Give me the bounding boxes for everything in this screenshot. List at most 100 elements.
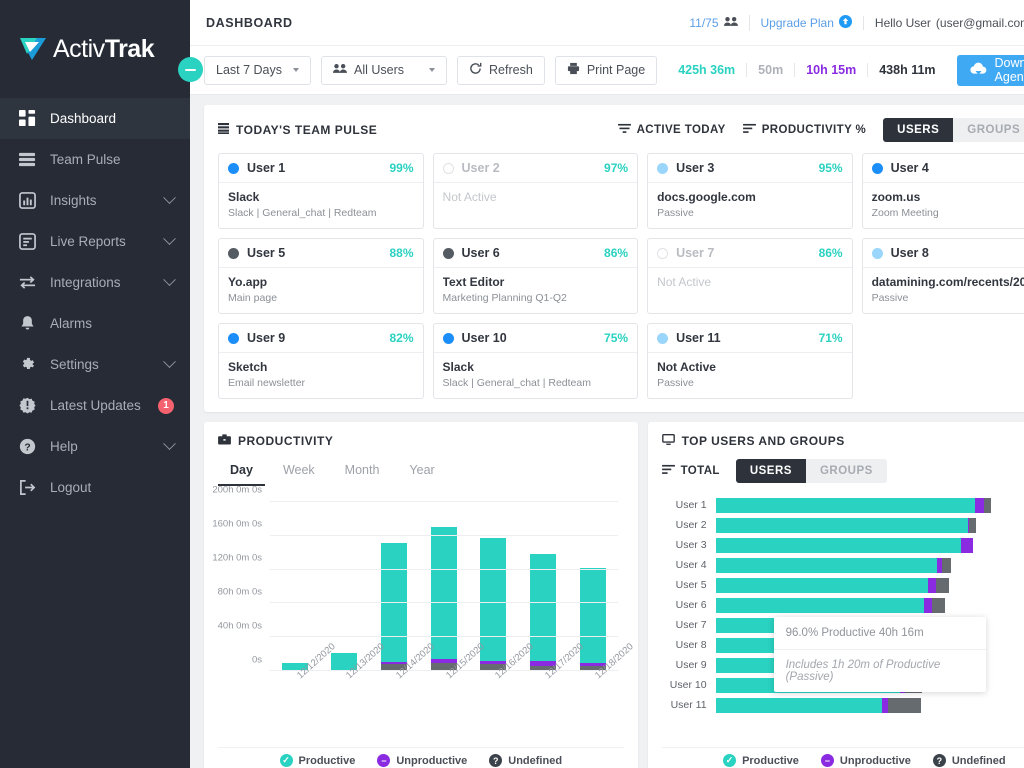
sort-productivity[interactable]: PRODUCTIVITY % [743,123,866,137]
user-pulse-card[interactable]: User 494% zoom.us Zoom Meeting [862,153,1024,229]
user-pulse-card[interactable]: User 686%Text EditorMarketing Planning Q… [433,238,639,314]
legend-label: Unproductive [840,755,911,767]
bar-segment-unproductive [924,598,933,613]
chart-bar[interactable] [282,502,308,671]
sidebar-item-alarms[interactable]: Alarms [0,303,190,344]
user-name: User 4 [891,161,929,175]
upgrade-plan-link[interactable]: Upgrade Plan [749,15,863,31]
status-dot-icon [872,163,883,174]
stat-unproductive: 10h 15m [795,63,868,77]
top-user-row[interactable]: User 641h 48m [662,595,1024,615]
sidebar-collapse-button[interactable] [178,57,203,82]
chart-bar[interactable] [431,502,457,671]
chart-bar[interactable] [580,502,606,671]
sort-total[interactable]: TOTAL [662,464,720,478]
toggle-groups[interactable]: GROUPS [806,459,887,483]
legend-item[interactable]: −Unproductive [377,754,467,767]
gear-icon [18,355,37,374]
sort-active-today[interactable]: ACTIVE TODAY [618,123,726,137]
user-pulse-card[interactable]: User 1171%Not ActivePassive [647,323,853,399]
chart-bar[interactable] [381,502,407,671]
productivity-percent: 97% [604,161,628,175]
print-page-button[interactable]: Print Page [555,56,657,85]
top-user-row[interactable]: User 346h 46m [662,535,1024,555]
chart-bar[interactable] [530,502,556,671]
toggle-users[interactable]: USERS [736,459,806,483]
sidebar-item-help[interactable]: ? Help [0,426,190,467]
sidebar-item-label: Help [50,439,165,454]
bar-segment-productive [716,558,938,573]
top-user-row[interactable]: User 442h 48m [662,555,1024,575]
tab-year[interactable]: Year [397,459,446,486]
user-greeting[interactable]: Hello User (user@gmail.com) [863,16,1024,30]
sidebar-item-integrations[interactable]: Integrations [0,262,190,303]
user-pulse-card[interactable]: User 786%Not Active [647,238,853,314]
productivity-bar-chart: 0s40h 0m 0s80h 0m 0s120h 0m 0s160h 0m 0s… [218,494,624,747]
user-filter-dropdown[interactable]: All Users [321,56,447,85]
current-activity: Passive [657,207,843,219]
user-pulse-card[interactable]: User 199%SlackSlack | General_chat | Red… [218,153,424,229]
legend-undefined-icon: ? [933,754,946,767]
user-pulse-card[interactable]: User 395%docs.google.comPassive [647,153,853,229]
grid-icon [18,109,37,128]
team-pulse-title: TODAY'S TEAM PULSE [236,123,377,137]
user-card-header: User 1075% [434,324,638,353]
sidebar-item-team-pulse[interactable]: Team Pulse [0,139,190,180]
tab-week[interactable]: Week [271,459,327,486]
user-pulse-card[interactable]: User 982%SketchEmail newsletter [218,323,424,399]
chevron-down-icon [293,68,299,72]
current-activity: Main page [228,292,414,304]
seat-count[interactable]: 11/75 [678,16,748,30]
refresh-button[interactable]: Refresh [457,56,545,85]
brand-logo[interactable]: ActivTrak [0,0,190,98]
bar-segment-productive [716,578,928,593]
bar-segment-undefined [969,518,976,533]
user-pulse-card[interactable]: User 297%Not Active [433,153,639,229]
legend-item[interactable]: ?Undefined [489,754,562,767]
current-app: zoom.us [872,190,1024,204]
download-agent-button[interactable]: Download Agent [957,55,1024,86]
user-pulse-card[interactable]: User 1075%SlackSlack | General_chat | Re… [433,323,639,399]
top-user-row[interactable]: User 247h 23m [662,515,1024,535]
tab-day[interactable]: Day [218,459,265,486]
top-user-row[interactable]: User 542h 33m [662,575,1024,595]
legend-item[interactable]: ✓Productive [723,754,799,767]
legend-item[interactable]: ✓Productive [280,754,356,767]
sidebar-item-latest-updates[interactable]: Latest Updates 1 [0,385,190,426]
tab-month[interactable]: Month [333,459,392,486]
status-dot-icon [443,333,454,344]
sidebar-item-settings[interactable]: Settings [0,344,190,385]
user-pulse-card[interactable]: User 588%Yo.appMain page [218,238,424,314]
bar-segment-productive [431,527,457,660]
chart-bar[interactable] [480,502,506,671]
toggle-groups[interactable]: GROUPS [953,118,1024,142]
sidebar-item-logout[interactable]: Logout [0,467,190,508]
user-card-body: SlackSlack | General_chat | Redteam [219,183,423,228]
y-axis-tick-label: 160h 0m 0s [212,519,262,530]
sort-productivity-label: PRODUCTIVITY % [762,124,866,136]
productivity-title: PRODUCTIVITY [238,434,333,448]
user-card-header: User 395% [648,154,852,183]
user-card-header: User 199% [219,154,423,183]
legend-item[interactable]: ?Undefined [933,754,1006,767]
user-pulse-card[interactable]: User 882%datamining.com/recents/2021-r..… [862,238,1024,314]
top-user-row[interactable]: User 1137h 20m [662,695,1024,715]
user-name: User 6 [462,246,500,260]
legend-item[interactable]: −Unproductive [821,754,911,767]
sidebar-item-live-reports[interactable]: Live Reports [0,221,190,262]
date-range-dropdown[interactable]: Last 7 Days [204,56,311,85]
user-card-header: User 494% [863,154,1024,183]
upload-circle-icon [839,15,852,31]
bar-segment-productive [716,598,924,613]
team-pulse-title-wrap: TODAY'S TEAM PULSE [218,123,377,137]
sidebar-item-label: Team Pulse [50,152,174,167]
sidebar-item-insights[interactable]: Insights [0,180,190,221]
current-app: Slack [443,360,629,374]
top-user-row[interactable]: User 150h 03m [662,495,1024,515]
chart-bar[interactable] [331,502,357,671]
bar-segment-unproductive [961,538,973,553]
sidebar-item-dashboard[interactable]: Dashboard [0,98,190,139]
toggle-users[interactable]: USERS [883,118,953,142]
status-dot-icon [443,163,454,174]
current-activity: Zoom Meeting [872,207,1024,219]
